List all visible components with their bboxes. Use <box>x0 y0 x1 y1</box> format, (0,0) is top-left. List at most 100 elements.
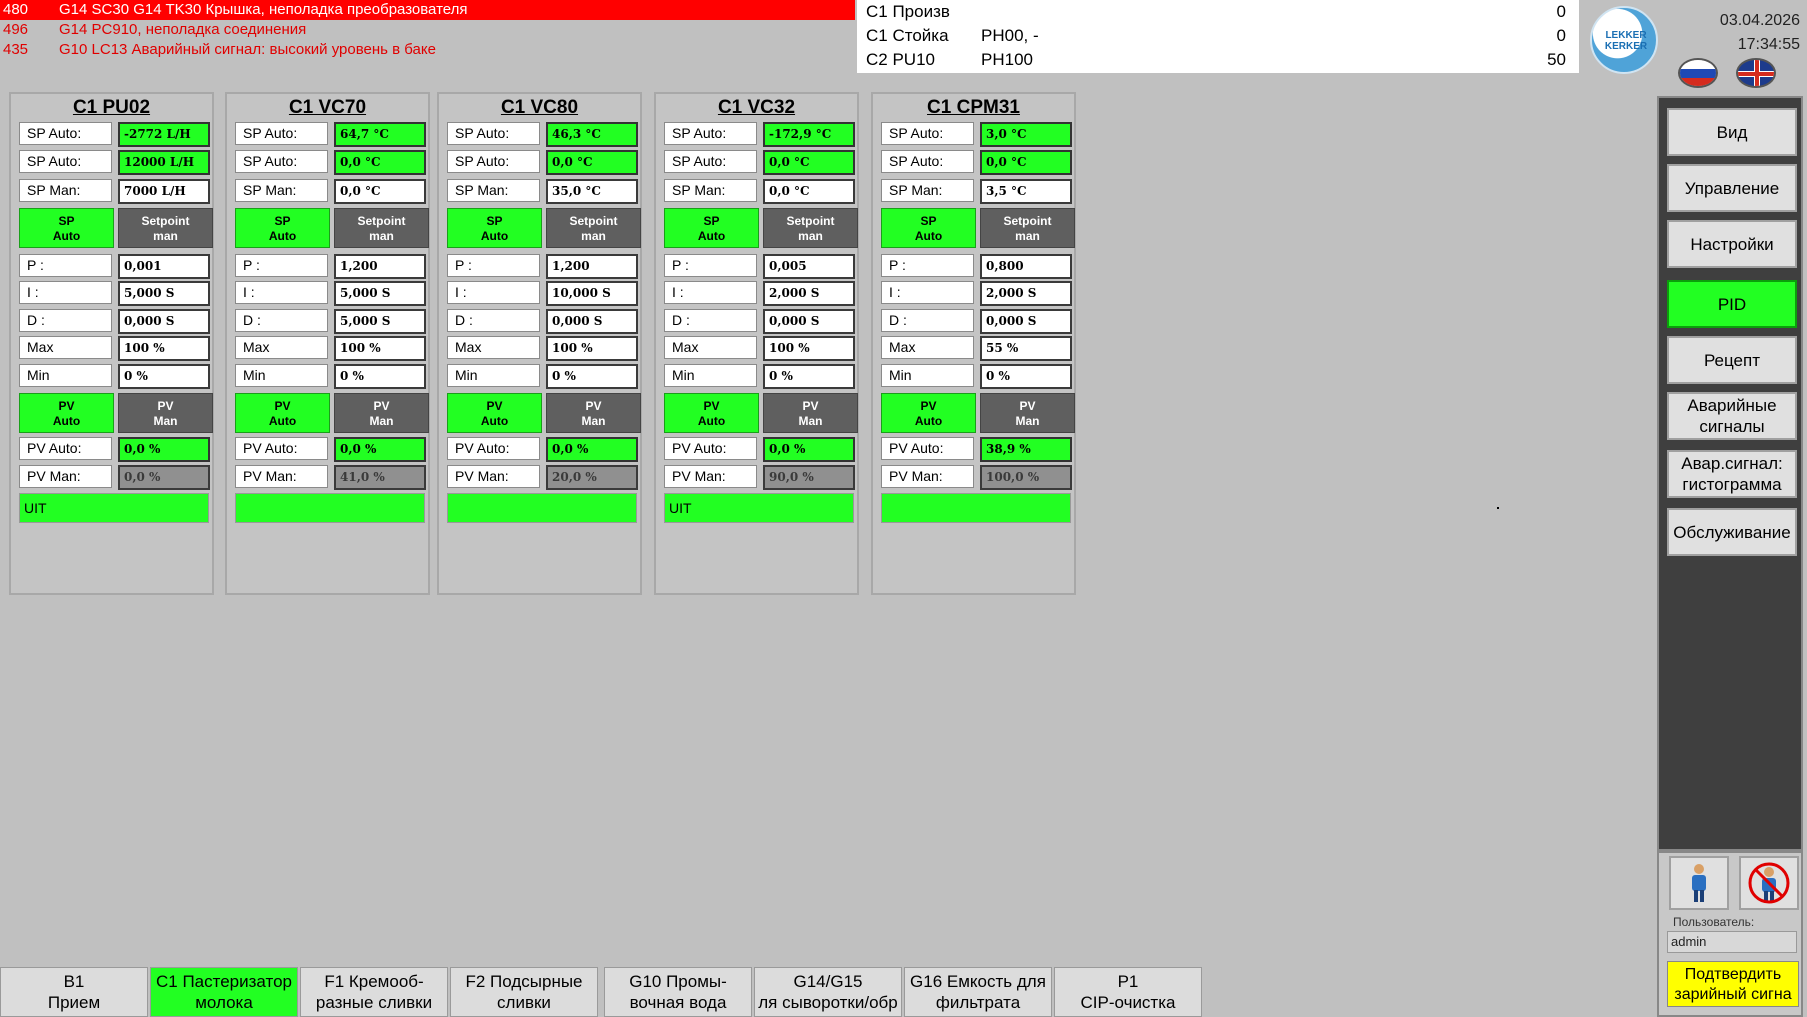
nav-button-maintenance[interactable]: Обслуживание <box>1667 508 1797 556</box>
i-time-field[interactable]: 2,000 S <box>980 281 1072 306</box>
tab-p1[interactable]: P1 CIP-очистка <box>1054 967 1202 1017</box>
nav-button-alarm-histogram[interactable]: Авар.сигнал: гистограмма <box>1667 450 1797 498</box>
max-output-field[interactable]: 100 % <box>118 336 210 361</box>
sp-man-field[interactable]: 35,0 °C <box>546 179 638 204</box>
alarm-row[interactable]: 496 G14 PC910, неполадка соединения <box>0 20 855 40</box>
sp-auto-button[interactable]: SP Auto <box>235 208 330 248</box>
setpoint-man-button[interactable]: Setpoint man <box>763 208 858 248</box>
pid-panel: C1 VC32 SP Auto: -172,9 °C SP Auto: 0,0 °C SP… <box>654 92 859 595</box>
nav-label: Настройки <box>1690 234 1774 254</box>
nav-button-view[interactable]: Вид <box>1667 108 1797 156</box>
pv-auto-button[interactable]: PV Auto <box>19 393 114 433</box>
panel-title: C1 VC70 <box>288 97 367 118</box>
max-output-field[interactable]: 100 % <box>763 336 855 361</box>
setpoint-man-button[interactable]: Setpoint man <box>334 208 429 248</box>
flag-ru-icon[interactable] <box>1678 58 1718 88</box>
i-label: I : <box>235 281 328 304</box>
nav-button-pid[interactable]: PID <box>1667 280 1797 328</box>
i-time-field[interactable]: 5,000 S <box>334 281 426 306</box>
d-time-field[interactable]: 0,000 S <box>763 309 855 334</box>
d-time-field[interactable]: 5,000 S <box>334 309 426 334</box>
p-gain-field[interactable]: 1,200 <box>546 254 638 279</box>
pv-auto-button[interactable]: PV Auto <box>447 393 542 433</box>
nav-label: Авар.сигнал: гистограмма <box>1681 454 1783 494</box>
pv-man-label: PV Man: <box>664 465 757 488</box>
pv-man-field[interactable]: 0,0 % <box>118 465 210 490</box>
setpoint-man-button[interactable]: Setpoint man <box>980 208 1075 248</box>
max-label: Max <box>447 336 540 359</box>
tab-c1[interactable]: C1 Пастеризатор молока <box>150 967 298 1017</box>
min-output-field[interactable]: 0 % <box>763 364 855 389</box>
sp-man-label: SP Man: <box>664 179 757 202</box>
nav-label: PID <box>1717 294 1747 314</box>
setpoint-man-button[interactable]: Setpoint man <box>118 208 213 248</box>
max-output-field[interactable]: 100 % <box>546 336 638 361</box>
alarm-row[interactable]: 480 G14 SC30 G14 TK30 Крышка, неполадка … <box>0 0 855 20</box>
pv-auto-button[interactable]: PV Auto <box>664 393 759 433</box>
sp-auto-button[interactable]: SP Auto <box>881 208 976 248</box>
pv-man-button[interactable]: PV Man <box>334 393 429 433</box>
info-row: C1 Произв 0 <box>866 0 1566 24</box>
max-label: Max <box>881 336 974 359</box>
alarm-list[interactable]: 480 G14 SC30 G14 TK30 Крышка, неполадка … <box>0 0 855 60</box>
tab-f2[interactable]: F2 Подсырные сливки <box>450 967 598 1017</box>
status-info-panel: C1 Произв 0 C1 Стойка PH00, - 0 C2 PU10 … <box>857 0 1579 73</box>
acknowledge-alarm-button[interactable]: Подтвердить зарийный сигна <box>1667 961 1799 1007</box>
alarm-number: 435 <box>3 41 29 58</box>
tab-f1[interactable]: F1 Кремооб- разные сливки <box>300 967 448 1017</box>
tab-g14-g15[interactable]: G14/G15 ля сыворотки/обр <box>754 967 902 1017</box>
user-logout-icon[interactable] <box>1739 856 1799 910</box>
pv-auto-button[interactable]: PV Auto <box>235 393 330 433</box>
max-output-field[interactable]: 55 % <box>980 336 1072 361</box>
max-output-field[interactable]: 100 % <box>334 336 426 361</box>
pv-man-button[interactable]: PV Man <box>763 393 858 433</box>
nav-button-settings[interactable]: Настройки <box>1667 220 1797 268</box>
nav-button-alarms[interactable]: Аварийные сигналы <box>1667 392 1797 440</box>
pv-man-button[interactable]: PV Man <box>980 393 1075 433</box>
nav-button-control[interactable]: Управление <box>1667 164 1797 212</box>
pv-man-field[interactable]: 100,0 % <box>980 465 1072 490</box>
pv-man-button[interactable]: PV Man <box>546 393 641 433</box>
i-time-field[interactable]: 5,000 S <box>118 281 210 306</box>
sp-auto-button[interactable]: SP Auto <box>447 208 542 248</box>
sp-auto-button[interactable]: SP Auto <box>664 208 759 248</box>
pv-man-field[interactable]: 20,0 % <box>546 465 638 490</box>
sp-auto-label: SP Auto: <box>19 122 112 145</box>
min-output-field[interactable]: 0 % <box>118 364 210 389</box>
tab-g16[interactable]: G16 Емкость для фильтрата <box>904 967 1052 1017</box>
sp-auto-label: SP Auto: <box>881 122 974 145</box>
pv-man-field[interactable]: 41,0 % <box>334 465 426 490</box>
p-gain-field[interactable]: 1,200 <box>334 254 426 279</box>
nav-button-recipe[interactable]: Рецепт <box>1667 336 1797 384</box>
btn-text: PV <box>486 399 503 413</box>
pv-man-button[interactable]: PV Man <box>118 393 213 433</box>
p-gain-field[interactable]: 0,800 <box>980 254 1072 279</box>
i-time-field[interactable]: 10,000 S <box>546 281 638 306</box>
sp-man-field[interactable]: 0,0 °C <box>763 179 855 204</box>
tab-b1[interactable]: B1 Прием <box>0 967 148 1017</box>
flag-en-icon[interactable] <box>1736 58 1776 88</box>
btn-text: Setpoint <box>786 214 835 228</box>
sp-man-field[interactable]: 7000 L/H <box>118 179 210 204</box>
btn-text: PV <box>274 399 291 413</box>
i-time-field[interactable]: 2,000 S <box>763 281 855 306</box>
p-gain-field[interactable]: 0,005 <box>763 254 855 279</box>
min-output-field[interactable]: 0 % <box>980 364 1072 389</box>
tab-g10[interactable]: G10 Промы- вочная вода <box>604 967 752 1017</box>
min-output-field[interactable]: 0 % <box>546 364 638 389</box>
pv-auto-button[interactable]: PV Auto <box>881 393 976 433</box>
p-gain-field[interactable]: 0,001 <box>118 254 210 279</box>
min-output-field[interactable]: 0 % <box>334 364 426 389</box>
pv-man-field[interactable]: 90,0 % <box>763 465 855 490</box>
d-time-field[interactable]: 0,000 S <box>118 309 210 334</box>
user-login-icon[interactable] <box>1669 856 1729 910</box>
sp-auto-button[interactable]: SP Auto <box>19 208 114 248</box>
setpoint-man-button[interactable]: Setpoint man <box>546 208 641 248</box>
pv-auto-label: PV Auto: <box>881 437 974 460</box>
d-time-field[interactable]: 0,000 S <box>546 309 638 334</box>
alarm-row[interactable]: 435 G10 LC13 Аварийный сигнал: высокий у… <box>0 40 855 60</box>
max-label: Max <box>19 336 112 359</box>
sp-man-field[interactable]: 0,0 °C <box>334 179 426 204</box>
sp-man-field[interactable]: 3,5 °C <box>980 179 1072 204</box>
d-time-field[interactable]: 0,000 S <box>980 309 1072 334</box>
